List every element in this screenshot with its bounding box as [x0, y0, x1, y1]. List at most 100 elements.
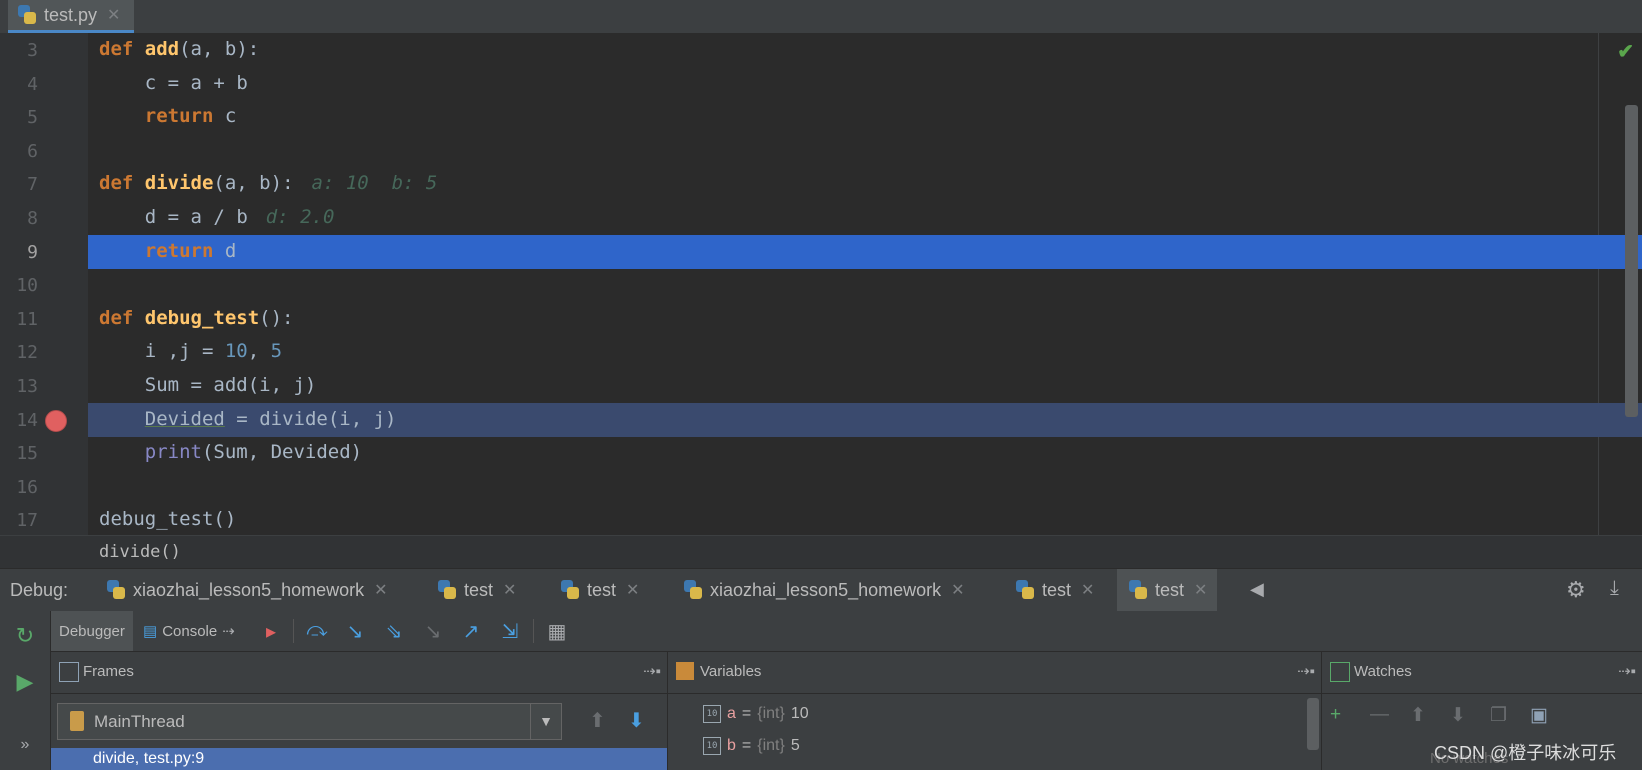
variables-scrollbar[interactable]: [1307, 698, 1319, 750]
frame-row-selected[interactable]: divide, test.py:9: [51, 748, 667, 770]
evaluate-expression-icon[interactable]: ▦: [544, 619, 570, 643]
next-frame-icon[interactable]: ⬇: [628, 708, 645, 733]
variable-row[interactable]: 10 b = {int} 5: [703, 731, 800, 761]
pin-icon[interactable]: ⇢▪: [1618, 662, 1636, 680]
more-tools-icon[interactable]: »: [12, 736, 38, 762]
code-line[interactable]: 17 debug_test(): [0, 503, 1642, 535]
variable-row[interactable]: 10 a = {int} 10: [703, 699, 809, 729]
show-watches-icon[interactable]: ▣: [1530, 704, 1548, 727]
tabs-overflow-left-icon[interactable]: ◀: [1250, 579, 1264, 600]
tab-debugger[interactable]: Debugger: [51, 611, 133, 651]
step-into-my-code-icon[interactable]: ⇘: [381, 619, 407, 643]
debug-tab-xiaozhai-1[interactable]: xiaozhai_lesson5_homework ✕: [95, 569, 398, 611]
force-step-into-icon[interactable]: ↘: [420, 619, 446, 643]
python-run-icon: [1127, 579, 1149, 601]
code-token: debug_test: [144, 306, 260, 329]
close-tab-icon[interactable]: ✕: [626, 580, 639, 600]
python-run-icon: [559, 579, 581, 601]
close-tab-icon[interactable]: ✕: [951, 580, 964, 600]
thread-select[interactable]: MainThread ▼: [57, 703, 562, 740]
show-execution-point-icon[interactable]: ▸: [258, 619, 284, 643]
tab-console[interactable]: ▤ Console ⇢: [135, 611, 243, 651]
code-line[interactable]: 9 return d: [27, 234, 1642, 269]
code-text: print(Sum, Devided): [99, 441, 362, 463]
move-down-icon[interactable]: ⬇: [1450, 704, 1466, 727]
code-text: i ,j = 10, 5: [99, 340, 282, 362]
close-tab-icon[interactable]: ✕: [107, 5, 120, 25]
code-line[interactable]: 7 def divide(a, b): a: 10 b: 5: [0, 167, 1642, 201]
move-up-icon[interactable]: ⬆: [1410, 704, 1426, 727]
code-token: i ,j: [99, 340, 202, 363]
debug-tab-test-3[interactable]: test ✕: [1004, 569, 1104, 611]
close-tab-icon[interactable]: ✕: [503, 580, 516, 600]
code-token: +: [213, 71, 225, 94]
copy-icon[interactable]: ❐: [1490, 704, 1507, 727]
code-token: (Sum, Devided): [201, 441, 363, 464]
breakpoint-icon[interactable]: [45, 409, 67, 432]
inline-debug-value: a: 10 b: 5: [311, 172, 438, 195]
inspection-ok-icon: ✔: [1617, 41, 1634, 63]
step-out-icon[interactable]: ↗: [458, 619, 484, 643]
add-watch-icon[interactable]: +: [1330, 704, 1341, 726]
inline-debug-value: d: 2.0: [265, 206, 335, 228]
code-token: a: [179, 71, 214, 94]
console-icon: ▤: [143, 623, 158, 640]
code-line[interactable]: 14 Devided = divide(i, j): [16, 402, 1642, 437]
editor-scrollbar[interactable]: [1625, 105, 1638, 417]
close-tab-icon[interactable]: ✕: [1194, 580, 1207, 600]
close-tab-icon[interactable]: ✕: [374, 580, 387, 600]
code-token: d: [99, 206, 168, 228]
editor-tab-bar: test.py ✕: [0, 0, 1642, 34]
code-line[interactable]: 12 i ,j = 10, 5: [0, 335, 1642, 369]
remove-watch-icon[interactable]: —: [1370, 704, 1389, 726]
watches-toolbar: + — ⬆ ⬇ ❐ ▣: [1322, 694, 1642, 738]
code-line[interactable]: 15 print(Sum, Devided): [0, 436, 1642, 470]
rerun-icon[interactable]: ↻: [12, 623, 38, 649]
code-editor[interactable]: 3 def add(a, b): 4 c = a + b5 return c 6 7 de…: [0, 33, 1642, 535]
line-number: 8: [27, 208, 38, 229]
python-run-icon: [682, 579, 704, 601]
debug-tab-test-2[interactable]: test ✕: [549, 569, 649, 611]
code-line[interactable]: 5 return c: [0, 100, 1642, 134]
pin-icon[interactable]: ⇢▪: [1297, 662, 1315, 680]
code-line[interactable]: 3 def add(a, b):: [0, 33, 1642, 67]
breadcrumb-function[interactable]: divide(): [99, 542, 181, 562]
previous-frame-icon[interactable]: ⬆: [589, 708, 606, 733]
code-token: def: [99, 38, 145, 60]
code-line[interactable]: 6: [0, 134, 1642, 168]
code-token: c: [99, 71, 168, 94]
hide-panel-icon[interactable]: ⤓: [1610, 577, 1619, 600]
variables-panel-header: Variables ⇢▪: [668, 652, 1321, 694]
code-token: =: [236, 407, 248, 430]
code-token: Devided: [144, 407, 225, 430]
pin-icon[interactable]: ⇢▪: [643, 662, 661, 680]
step-into-icon[interactable]: ↘: [342, 619, 368, 643]
line-number: 6: [27, 140, 38, 162]
code-token: =: [190, 374, 202, 396]
debug-tab-test-active[interactable]: test ✕: [1117, 569, 1218, 611]
tab-debugger-label: Debugger: [59, 622, 125, 640]
variable-value: 5: [790, 737, 800, 754]
code-token: divide(i, j): [247, 407, 397, 430]
close-tab-icon[interactable]: ✕: [1081, 580, 1094, 600]
debug-tab-xiaozhai-2[interactable]: xiaozhai_lesson5_homework ✕: [672, 569, 975, 611]
editor-tab-test-py[interactable]: test.py ✕: [8, 0, 135, 33]
debug-tab-label: test: [464, 579, 494, 600]
code-token: a, b: [190, 38, 237, 60]
code-line[interactable]: 4 c = a + b: [0, 67, 1642, 101]
gear-icon[interactable]: ⚙: [1566, 577, 1586, 603]
code-line[interactable]: 10: [0, 268, 1642, 302]
code-line[interactable]: 8 d = a / b d: 2.0: [0, 201, 1642, 235]
code-line[interactable]: 16: [0, 470, 1642, 504]
code-text: Sum = add(i, j): [99, 374, 317, 396]
code-line[interactable]: 13 Sum = add(i, j): [0, 369, 1642, 403]
step-over-icon[interactable]: ⤼: [304, 619, 330, 643]
debug-tab-test-1[interactable]: test ✕: [426, 569, 526, 611]
resume-icon[interactable]: ▶: [12, 669, 38, 695]
code-line[interactable]: 11 def debug_test():: [0, 302, 1642, 336]
run-to-cursor-icon[interactable]: ⇲: [497, 619, 523, 643]
code-token: def: [99, 306, 145, 329]
frames-icon: [59, 662, 79, 682]
chevron-down-icon[interactable]: ▼: [530, 704, 561, 739]
